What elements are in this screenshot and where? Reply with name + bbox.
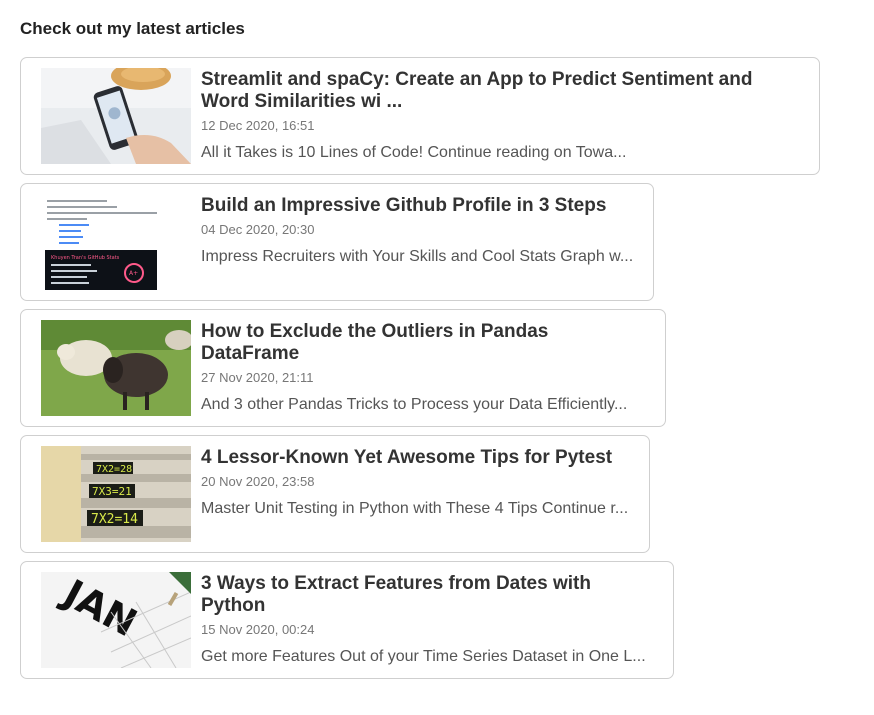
article-thumbnail-image[interactable] bbox=[41, 68, 191, 164]
article-thumbnail-image[interactable]: 7X2=28 7X3=21 7X2=14 bbox=[41, 446, 191, 542]
phone-app-photo bbox=[41, 68, 191, 164]
article-title-link[interactable]: Build an Impressive Github Profile in 3 … bbox=[201, 195, 639, 217]
article-date: 27 Nov 2020, 21:11 bbox=[201, 370, 314, 385]
article-title-link[interactable]: 4 Lessor-Known Yet Awesome Tips for Pyte… bbox=[201, 447, 635, 469]
article-card[interactable]: Streamlit and spaCy: Create an App to Pr… bbox=[20, 57, 820, 175]
article-card[interactable]: 7X2=28 7X3=21 7X2=14 4 Lessor-Known Yet … bbox=[20, 435, 650, 553]
article-thumbnail-image[interactable]: JAN bbox=[41, 572, 191, 668]
article-description: Impress Recruiters with Your Skills and … bbox=[201, 248, 634, 265]
github-profile-screenshot: Khuyen Tran's GitHub Stats A+ bbox=[41, 194, 191, 290]
calendar-photo: JAN bbox=[41, 572, 191, 668]
article-card[interactable]: Khuyen Tran's GitHub Stats A+ Build an I… bbox=[20, 183, 654, 301]
article-title-link[interactable]: 3 Ways to Extract Features from Dates wi… bbox=[201, 573, 659, 617]
article-date: 12 Dec 2020, 16:51 bbox=[201, 118, 315, 133]
article-title-link[interactable]: How to Exclude the Outliers in Pandas Da… bbox=[201, 321, 651, 365]
svg-text:7X2=28: 7X2=28 bbox=[96, 464, 132, 475]
article-description: Get more Features Out of your Time Serie… bbox=[201, 648, 646, 665]
article-card[interactable]: JAN 3 Ways to Extract Features from Date… bbox=[20, 561, 674, 679]
article-title-link[interactable]: Streamlit and spaCy: Create an App to Pr… bbox=[201, 69, 805, 113]
sheep-photo bbox=[41, 320, 191, 416]
article-thumbnail-image[interactable] bbox=[41, 320, 191, 416]
article-description: All it Takes is 10 Lines of Code! Contin… bbox=[201, 144, 627, 161]
svg-text:7X2=14: 7X2=14 bbox=[91, 512, 138, 527]
article-description: Master Unit Testing in Python with These… bbox=[201, 500, 629, 517]
article-card[interactable]: How to Exclude the Outliers in Pandas Da… bbox=[20, 309, 666, 427]
svg-text:Khuyen Tran's GitHub Stats: Khuyen Tran's GitHub Stats bbox=[51, 255, 120, 261]
section-heading: Check out my latest articles bbox=[20, 19, 245, 38]
article-date: 20 Nov 2020, 23:58 bbox=[201, 474, 315, 489]
article-description: And 3 other Pandas Tricks to Process you… bbox=[201, 396, 628, 413]
article-thumbnail-image[interactable]: Khuyen Tran's GitHub Stats A+ bbox=[41, 194, 191, 290]
article-date: 04 Dec 2020, 20:30 bbox=[201, 222, 315, 237]
article-date: 15 Nov 2020, 00:24 bbox=[201, 622, 315, 637]
svg-text:7X3=21: 7X3=21 bbox=[92, 485, 132, 498]
svg-text:A+: A+ bbox=[129, 270, 138, 277]
math-stairs-photo: 7X2=28 7X3=21 7X2=14 bbox=[41, 446, 191, 542]
